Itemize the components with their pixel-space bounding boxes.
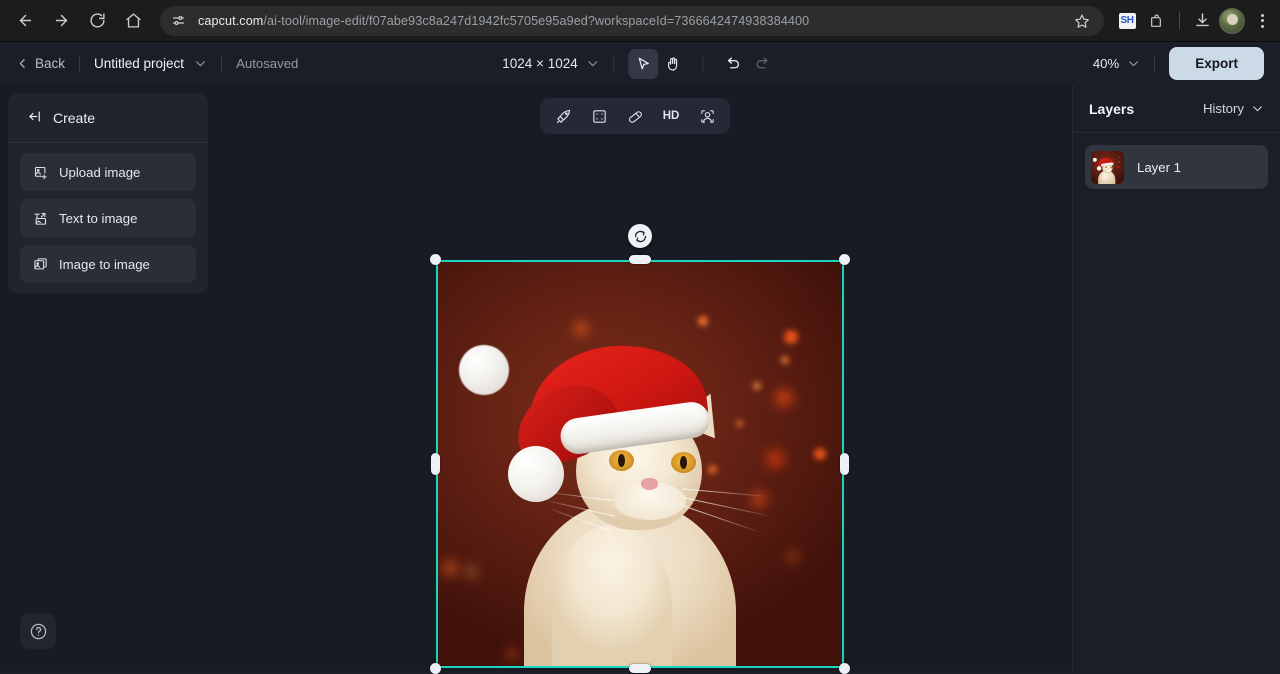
chevron-down-icon[interactable]: [194, 57, 207, 70]
resize-handle-top-left[interactable]: [430, 254, 441, 265]
resize-handle-bottom-left[interactable]: [430, 663, 441, 674]
layers-panel-header: Layers History: [1073, 85, 1280, 133]
browser-reload-button[interactable]: [82, 6, 112, 36]
extension-sh-badge: SH: [1118, 12, 1136, 29]
upload-image-label: Upload image: [59, 164, 141, 180]
chevron-down-icon: [1253, 106, 1262, 112]
layers-panel: Layers History Layer 1: [1072, 85, 1280, 671]
hand-tool-button[interactable]: [659, 49, 689, 79]
site-settings-icon[interactable]: [166, 9, 190, 33]
layer-name: Layer 1: [1137, 159, 1181, 175]
resize-handle-top-right[interactable]: [839, 254, 850, 265]
browser-forward-button[interactable]: [46, 6, 76, 36]
back-label: Back: [35, 56, 66, 71]
url-host: capcut.com: [198, 13, 264, 28]
resize-handle-left[interactable]: [431, 453, 440, 475]
editor-stage: Create Upload image Text to image Image …: [0, 85, 1280, 674]
redo-icon: [756, 57, 768, 69]
extension-sh-button[interactable]: SH: [1113, 7, 1141, 35]
undo-icon: [727, 57, 740, 69]
create-options-list: Upload image Text to image Image to imag…: [8, 143, 208, 283]
project-title: Untitled project: [94, 56, 185, 71]
image-to-image-icon: [33, 257, 48, 272]
url-text: capcut.com/ai-tool/image-edit/f07abe93c8…: [198, 14, 809, 28]
url-path: /ai-tool/image-edit/f07abe93c8a247d1942f…: [263, 13, 810, 28]
resize-handle-bottom-right[interactable]: [839, 663, 850, 674]
zoom-chevron-down-icon[interactable]: [1127, 57, 1140, 70]
back-button[interactable]: Back: [16, 56, 65, 71]
extensions-icon[interactable]: [1143, 7, 1171, 35]
eraser-icon[interactable]: [618, 102, 652, 130]
avatar[interactable]: [1218, 7, 1246, 35]
select-tool-button[interactable]: [628, 48, 659, 79]
magic-retouch-icon[interactable]: [546, 102, 580, 130]
resize-handle-bottom[interactable]: [629, 664, 651, 673]
rotate-handle[interactable]: [628, 224, 652, 248]
app-toolbar: Back Untitled project Autosaved 1024 × 1…: [0, 42, 1280, 85]
history-label: History: [1202, 101, 1244, 116]
text-to-image-label: Text to image: [59, 210, 138, 226]
divider: [702, 55, 704, 72]
collapse-panel-icon[interactable]: [28, 109, 43, 127]
canvas-controls: 1024 × 1024: [502, 48, 778, 79]
divider: [79, 55, 81, 72]
portrait-retouch-icon[interactable]: [690, 102, 724, 130]
upload-image-icon: [33, 165, 48, 180]
layers-title: Layers: [1089, 100, 1135, 117]
question-mark-icon: [30, 623, 46, 639]
divider: [1154, 55, 1156, 72]
browser-toolbar: capcut.com/ai-tool/image-edit/f07abe93c8…: [0, 0, 1280, 42]
browser-extensions-area: SH: [1113, 6, 1280, 36]
artwork-santa-cat: [436, 260, 844, 668]
right-controls: 40% Export: [1093, 47, 1280, 80]
chevron-left-icon: [19, 59, 25, 68]
autosave-status: Autosaved: [236, 56, 299, 71]
export-button[interactable]: Export: [1169, 47, 1264, 80]
image-selection[interactable]: [430, 254, 850, 674]
canvas-size-label: 1024 × 1024: [502, 56, 578, 71]
divider: [613, 55, 615, 72]
toolbar-divider: [1179, 12, 1180, 29]
cursor-arrow-icon: [639, 57, 650, 69]
help-button[interactable]: [20, 613, 56, 649]
star-icon[interactable]: [1070, 9, 1094, 33]
image-actions-toolbar: HD: [540, 98, 730, 134]
resize-handle-top[interactable]: [629, 255, 651, 264]
zoom-level-label: 40%: [1092, 56, 1120, 71]
undo-button[interactable]: [718, 49, 748, 79]
download-icon[interactable]: [1188, 7, 1216, 35]
layer-thumbnail: [1091, 150, 1124, 184]
address-bar[interactable]: capcut.com/ai-tool/image-edit/f07abe93c8…: [160, 5, 1104, 36]
browser-back-button[interactable]: [10, 6, 40, 36]
hd-upscale-button[interactable]: HD: [654, 102, 688, 130]
expand-image-icon[interactable]: [582, 102, 616, 130]
history-dropdown[interactable]: History: [1203, 101, 1264, 116]
hand-icon: [668, 56, 678, 71]
three-dots-menu-icon[interactable]: [1248, 6, 1276, 36]
browser-home-button[interactable]: [118, 6, 148, 36]
image-to-image-label: Image to image: [59, 256, 150, 272]
create-panel: Create Upload image Text to image Image …: [8, 93, 208, 293]
canvas-size-chevron-down-icon[interactable]: [587, 57, 600, 70]
text-to-image-button[interactable]: Text to image: [20, 199, 196, 237]
divider: [221, 55, 223, 72]
redo-button[interactable]: [748, 49, 778, 79]
create-panel-header[interactable]: Create: [8, 93, 208, 143]
canvas-image[interactable]: [436, 260, 844, 668]
upload-image-button[interactable]: Upload image: [20, 153, 196, 191]
image-to-image-button[interactable]: Image to image: [20, 245, 196, 283]
resize-handle-right[interactable]: [840, 453, 849, 475]
create-panel-title: Create: [53, 109, 96, 126]
layer-list: Layer 1: [1073, 133, 1280, 201]
list-item[interactable]: Layer 1: [1085, 145, 1268, 189]
rotate-icon: [634, 230, 646, 242]
text-to-image-icon: [33, 211, 48, 226]
